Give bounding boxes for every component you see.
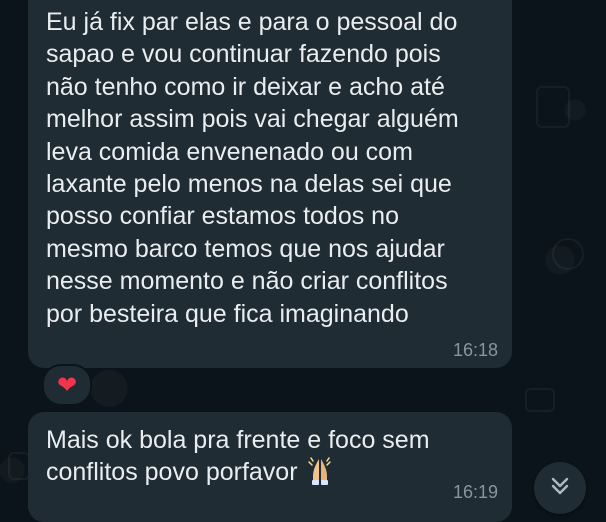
- message-timestamp: 16:18: [452, 340, 498, 360]
- double-chevron-down-icon: [548, 474, 572, 503]
- folded-hands-icon: [306, 456, 334, 494]
- message-reaction[interactable]: ❤: [42, 364, 92, 406]
- scroll-to-bottom-button[interactable]: [534, 462, 586, 514]
- message-bubble-incoming[interactable]: Eu já fix par elas e para o pessoal do s…: [28, 0, 512, 368]
- wallpaper-doodle: [8, 452, 30, 480]
- message-text: Mais ok bola pra frente e foco sem confl…: [46, 426, 430, 487]
- message-bubble-incoming[interactable]: Mais ok bola pra frente e foco sem confl…: [28, 412, 512, 522]
- red-heart-icon: ❤: [56, 372, 78, 399]
- wallpaper-doodle: [552, 238, 584, 270]
- wallpaper-doodle: [525, 388, 555, 412]
- message-text-wrapper: Mais ok bola pra frente e foco sem confl…: [46, 424, 498, 495]
- message-timestamp: 16:19: [452, 482, 498, 502]
- message-text: Eu já fix par elas e para o pessoal do s…: [46, 8, 459, 328]
- wallpaper-doodle: [536, 86, 570, 128]
